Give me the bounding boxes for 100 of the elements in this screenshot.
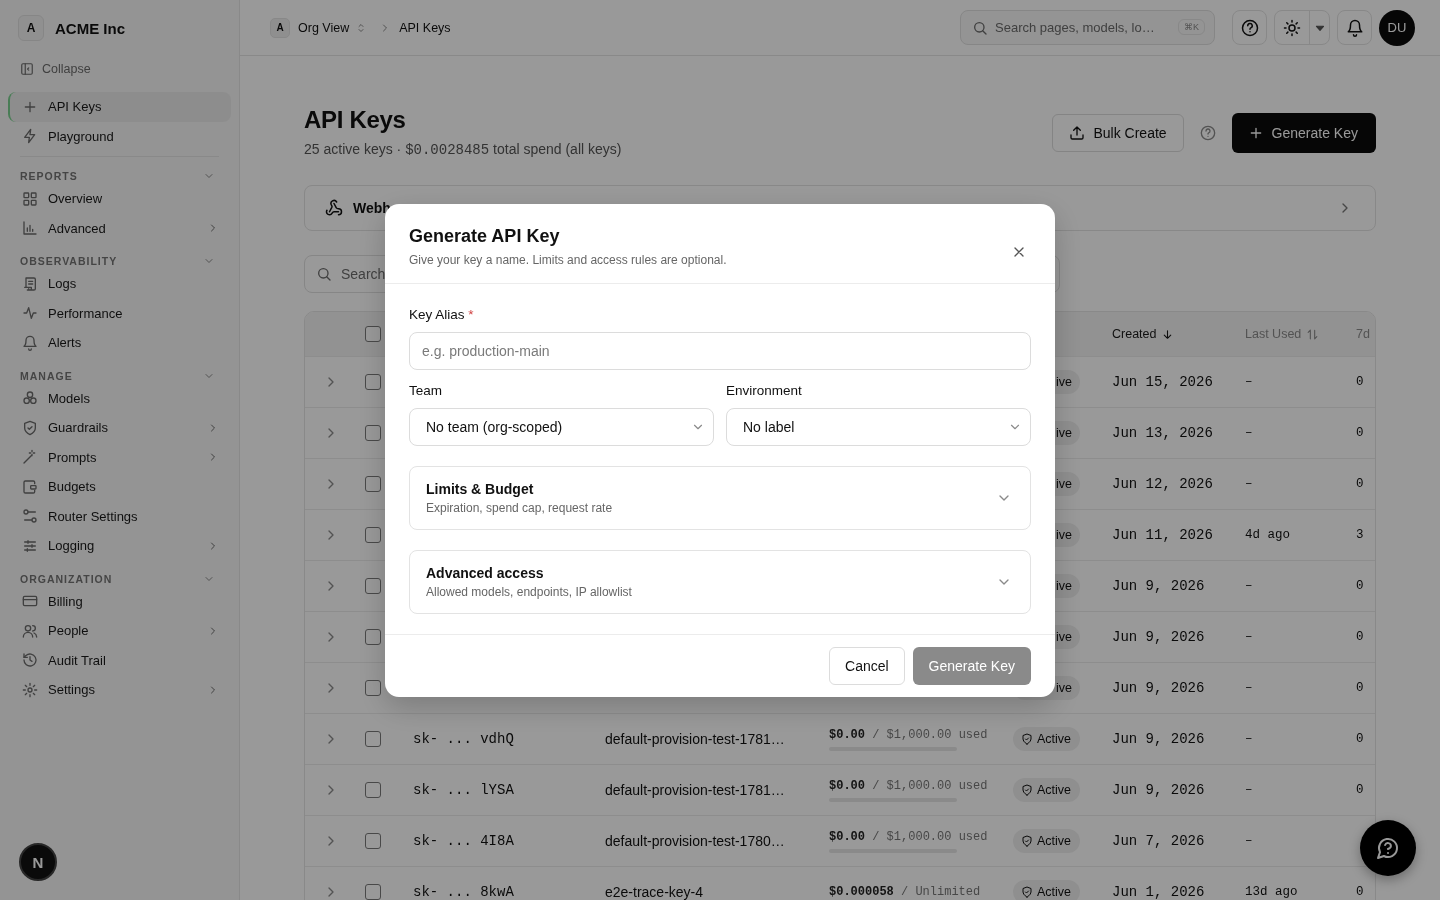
nav-item[interactable]: People xyxy=(8,616,231,646)
status-badge: Active xyxy=(1013,880,1080,900)
usage-count: 0 xyxy=(1356,426,1364,440)
row-checkbox[interactable] xyxy=(365,425,381,441)
pulse-icon xyxy=(22,305,38,322)
nav-item[interactable]: Advanced xyxy=(8,213,231,243)
sliders-icon xyxy=(22,537,38,554)
created-date: Jun 9, 2026 xyxy=(1112,629,1205,645)
spend-amount: $0.00 / $1,000.00 used xyxy=(829,727,988,742)
row-checkbox[interactable] xyxy=(365,476,381,492)
bell-icon xyxy=(22,334,38,351)
usage-count: 0 xyxy=(1356,783,1364,797)
collapse-button[interactable]: Collapse xyxy=(8,56,91,82)
generate-key-button[interactable]: Generate Key xyxy=(1231,112,1376,153)
chat-button[interactable] xyxy=(1360,820,1416,876)
org-name: ACME Inc xyxy=(55,19,125,37)
nav-item[interactable]: Logs xyxy=(8,269,231,299)
spend-amount: $0.000058 / Unlimited xyxy=(829,885,981,899)
created-date: Jun 11, 2026 xyxy=(1112,527,1213,543)
last-used: – xyxy=(1245,732,1253,746)
row-checkbox[interactable] xyxy=(365,680,381,696)
section-header[interactable]: ORGANIZATION xyxy=(8,570,231,587)
last-used: – xyxy=(1245,834,1253,848)
nav-item[interactable]: Audit Trail xyxy=(8,645,231,675)
nav-item[interactable]: Budgets xyxy=(8,472,231,502)
created-date: Jun 9, 2026 xyxy=(1112,731,1205,747)
sort-icon xyxy=(1306,327,1320,341)
section-title: Limits & Budget xyxy=(426,480,535,497)
last-used: – xyxy=(1245,579,1253,593)
sun-icon xyxy=(1283,18,1301,37)
help-icon xyxy=(1199,124,1216,141)
nav-item[interactable]: Overview xyxy=(8,184,231,214)
usage-count: 0 xyxy=(1356,885,1364,899)
section-subtitle: Expiration, spend cap, request rate xyxy=(426,500,613,515)
dropdown[interactable]: No label xyxy=(726,407,1031,446)
row-checkbox[interactable] xyxy=(365,884,381,900)
last-used: – xyxy=(1245,426,1253,440)
shield-icon xyxy=(1021,886,1033,898)
nav-item[interactable]: Guardrails xyxy=(8,413,231,443)
spend-amount: $0.00 / $1,000.00 used xyxy=(829,778,988,793)
text-field[interactable]: e.g. production-main xyxy=(409,331,1031,370)
key-name: e2e-trace-key-4 xyxy=(605,884,704,900)
api-key: sk- ... 8kwA xyxy=(413,884,514,900)
circles-icon xyxy=(22,390,38,407)
last-used: 4d ago xyxy=(1245,528,1290,542)
row-checkbox[interactable] xyxy=(365,833,381,849)
row-checkbox[interactable] xyxy=(365,374,381,390)
dropdown[interactable]: No team (org-scoped) xyxy=(409,407,714,446)
usage-count: 0 xyxy=(1356,732,1364,746)
row-checkbox[interactable] xyxy=(365,629,381,645)
shield-icon xyxy=(22,419,38,436)
field-label: Team xyxy=(409,381,442,400)
usage-count: 0 xyxy=(1356,477,1364,491)
key-name: default-provision-test-1781… xyxy=(605,782,785,798)
nav-item[interactable]: API Keys xyxy=(8,92,231,122)
row-checkbox[interactable] xyxy=(365,578,381,594)
search-icon xyxy=(316,266,332,282)
grid-icon xyxy=(22,190,38,207)
row-checkbox[interactable] xyxy=(365,731,381,747)
accordion-section[interactable]: Advanced access Allowed models, endpoints, IP allowlist xyxy=(409,549,1031,614)
org-switcher[interactable]: Org View xyxy=(298,20,368,35)
key-name: default-provision-test-1781… xyxy=(605,731,785,747)
lightning-icon xyxy=(22,128,38,145)
last-used: – xyxy=(1245,681,1253,695)
status-badge: Active xyxy=(1013,778,1080,802)
row-checkbox[interactable] xyxy=(365,782,381,798)
sidebar-panel-icon xyxy=(20,62,34,76)
field-label: Environment xyxy=(726,381,802,400)
select-all-checkbox[interactable] xyxy=(365,326,381,342)
shield-icon xyxy=(1021,835,1033,847)
nav-item[interactable]: Models xyxy=(8,383,231,413)
usage-count: 3 xyxy=(1356,528,1364,542)
org-logo: A xyxy=(270,17,290,38)
nav-item[interactable]: Performance xyxy=(8,298,231,328)
notifications-button[interactable] xyxy=(1337,10,1372,45)
nav-item[interactable]: Logging xyxy=(8,531,231,561)
help-button[interactable] xyxy=(1232,10,1267,45)
shield-icon xyxy=(1021,733,1033,745)
created-date: Jun 15, 2026 xyxy=(1112,374,1213,390)
column-header[interactable]: Created xyxy=(1112,327,1175,341)
accordion-section[interactable]: Limits & Budget Expiration, spend cap, request rate xyxy=(409,465,1031,530)
nav-item[interactable]: Billing xyxy=(8,586,231,616)
bulk-create-button[interactable]: Bulk Create xyxy=(1052,113,1184,152)
user-avatar[interactable]: DU xyxy=(1379,9,1415,46)
history-icon xyxy=(22,652,38,669)
created-date: Jun 1, 2026 xyxy=(1112,884,1205,900)
nav-item[interactable]: Playground xyxy=(8,121,231,151)
spend-amount: $0.00 / $1,000.00 used xyxy=(829,829,988,844)
nav-item[interactable]: Router Settings xyxy=(8,501,231,531)
wallet-icon xyxy=(22,478,38,495)
last-used: – xyxy=(1245,630,1253,644)
nav-item[interactable]: Prompts xyxy=(8,442,231,472)
key-name: default-provision-test-1780… xyxy=(605,833,785,849)
people-icon xyxy=(22,622,38,639)
bell-icon xyxy=(1345,18,1364,37)
cancel-button[interactable]: Cancel xyxy=(829,646,905,685)
created-date: Jun 9, 2026 xyxy=(1112,680,1205,696)
row-checkbox[interactable] xyxy=(365,527,381,543)
nav-item[interactable]: Alerts xyxy=(8,328,231,358)
nav-item[interactable]: Settings xyxy=(8,675,231,705)
